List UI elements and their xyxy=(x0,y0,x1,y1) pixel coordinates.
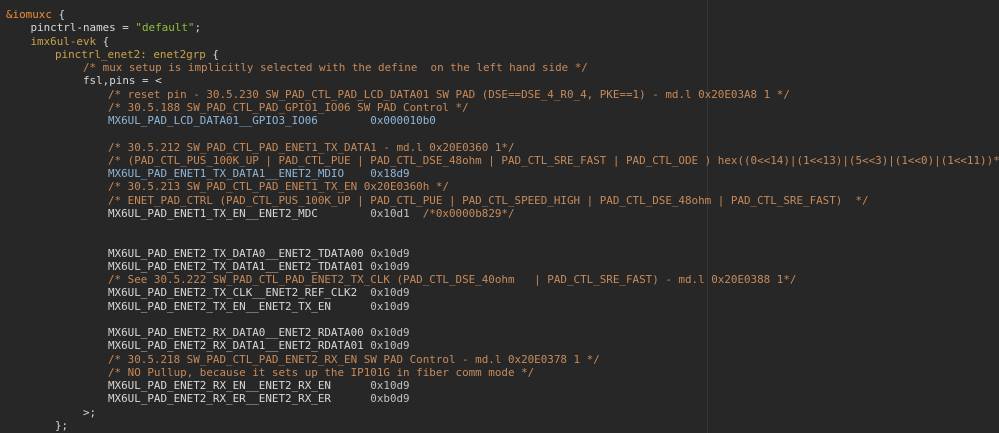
code-token: MX6UL_PAD_ENET2_RX_DATA0__ENET2_RDATA00 xyxy=(108,326,364,339)
code-line[interactable]: MX6UL_PAD_ENET2_RX_ER__ENET2_RX_ER 0xb0d… xyxy=(6,392,999,405)
code-token: 0x10d9 xyxy=(363,339,410,353)
code-token: MX6UL_PAD_ENET1_TX_EN__ENET2_MDC xyxy=(108,206,318,220)
code-line[interactable]: /* NO Pullup, because it sets up the IP1… xyxy=(6,366,999,379)
code-line[interactable]: pinctrl-names = "default"; xyxy=(6,21,999,34)
code-token: /* ENET_PAD_CTRL (PAD_CTL_PUS_100K_UP | … xyxy=(108,193,869,207)
code-token: 0x10d9 xyxy=(357,286,410,300)
code-token: MX6UL_PAD_ENET2_TX_DATA1__ENET2_TDATA01 xyxy=(108,259,364,273)
code-token: MX6UL_PAD_ENET1_TX_DATA1__ENET2_MDIO xyxy=(108,167,345,180)
code-line[interactable] xyxy=(6,127,999,140)
code-token: /* reset pin - 30.5.230 SW_PAD_CTL_PAD_L… xyxy=(108,87,790,101)
code-token: /* 30.5.188 SW_PAD_CTL_PAD_GPIO1_IO06 SW… xyxy=(108,100,469,114)
code-token: imx6ul-evk xyxy=(30,34,97,48)
code-token: 0x10d9 xyxy=(330,299,410,313)
code-token: /* See 30.5.222 SW_PAD_CTL_PAD_ENET2_TX_… xyxy=(108,273,797,286)
code-line[interactable] xyxy=(6,220,999,233)
code-token: pinctrl_enet2: enet2grp xyxy=(55,47,206,61)
code-line[interactable]: /* 30.5.213 SW_PAD_CTL_PAD_ENET1_TX_EN 0… xyxy=(6,180,999,193)
code-line[interactable] xyxy=(6,313,999,326)
code-line[interactable]: fsl,pins = < xyxy=(6,74,999,87)
code-token: MX6UL_PAD_ENET2_TX_EN__ENET2_TX_EN xyxy=(108,299,331,313)
code-token: 0xb0d9 xyxy=(330,392,410,406)
code-token: MX6UL_PAD_LCD_DATA01__GPIO3_IO06 xyxy=(108,114,318,127)
code-token: MX6UL_PAD_ENET2_RX_EN__ENET2_RX_EN xyxy=(108,379,331,392)
code-line[interactable]: MX6UL_PAD_LCD_DATA01__GPIO3_IO06 0x00001… xyxy=(6,114,999,127)
code-token: fsl,pins = < xyxy=(83,74,162,88)
code-line[interactable]: imx6ul-evk { xyxy=(6,35,999,48)
code-token: ; xyxy=(194,21,201,35)
code-token: /* (PAD_CTL_PUS_100K_UP | PAD_CTL_PUE | … xyxy=(108,153,999,167)
code-token: MX6UL_PAD_ENET2_RX_ER__ENET2_RX_ER xyxy=(108,392,331,406)
code-token: 0x10d1 xyxy=(317,206,423,220)
code-editor[interactable]: &iomuxc {pinctrl-names = "default"; imx6u… xyxy=(0,0,999,433)
code-token: MX6UL_PAD_ENET2_TX_CLK__ENET2_REF_CLK2 xyxy=(108,286,358,300)
code-token: /* 30.5.213 SW_PAD_CTL_PAD_ENET1_TX_EN 0… xyxy=(108,180,449,194)
code-token: "default" xyxy=(135,21,195,35)
code-token: /* 30.5.218 SW_PAD_CTL_PAD_ENET2_RX_EN S… xyxy=(108,352,600,366)
code-token: { xyxy=(96,34,110,48)
code-token: 0x10d9 xyxy=(330,379,410,392)
code-line[interactable]: MX6UL_PAD_ENET1_TX_DATA1__ENET2_MDIO 0x1… xyxy=(6,167,999,180)
code-token: pinctrl-names = xyxy=(30,21,136,35)
code-token: &iomuxc xyxy=(6,8,52,21)
code-line[interactable]: MX6UL_PAD_ENET2_TX_EN__ENET2_TX_EN 0x10d… xyxy=(6,300,999,313)
code-line[interactable]: MX6UL_PAD_ENET2_TX_DATA0__ENET2_TDATA00 … xyxy=(6,247,999,260)
code-line[interactable]: /* mux setup is implicitly selected with… xyxy=(6,61,999,74)
code-line[interactable]: /* 30.5.188 SW_PAD_CTL_PAD_GPIO1_IO06 SW… xyxy=(6,101,999,114)
code-line[interactable]: pinctrl_enet2: enet2grp { xyxy=(6,48,999,61)
code-text-area[interactable]: &iomuxc {pinctrl-names = "default"; imx6u… xyxy=(6,8,999,432)
code-line[interactable]: /* (PAD_CTL_PUS_100K_UP | PAD_CTL_PUE | … xyxy=(6,154,999,167)
code-token: 0x000010b0 xyxy=(317,114,436,127)
code-token: /*0x0000b829*/ xyxy=(422,206,515,220)
code-line[interactable]: /* 30.5.212 SW_PAD_CTL_PAD_ENET1_TX_DATA… xyxy=(6,141,999,154)
code-line[interactable]: >; xyxy=(6,406,999,419)
code-token: MX6UL_PAD_ENET2_TX_DATA0__ENET2_TDATA00 xyxy=(108,246,364,260)
code-token: }; xyxy=(55,418,69,432)
code-token: { xyxy=(51,8,66,21)
code-token: MX6UL_PAD_ENET2_RX_DATA1__ENET2_RDATA01 xyxy=(108,339,364,353)
code-token: 0x18d9 xyxy=(344,167,410,180)
code-line[interactable]: MX6UL_PAD_ENET2_RX_DATA0__ENET2_RDATA00 … xyxy=(6,326,999,339)
code-line[interactable]: }; xyxy=(6,419,999,432)
code-token: /* NO Pullup, because it sets up the IP1… xyxy=(108,365,535,379)
code-line[interactable]: &iomuxc { xyxy=(6,8,999,21)
code-line[interactable]: MX6UL_PAD_ENET2_RX_DATA1__ENET2_RDATA01 … xyxy=(6,339,999,352)
code-line[interactable]: MX6UL_PAD_ENET2_TX_DATA1__ENET2_TDATA01 … xyxy=(6,260,999,273)
code-token: 0x10d9 xyxy=(363,326,410,339)
code-token: { xyxy=(205,47,219,61)
code-token: 0x10d9 xyxy=(363,246,410,260)
code-token: >; xyxy=(83,405,97,419)
code-line[interactable]: MX6UL_PAD_ENET2_RX_EN__ENET2_RX_EN 0x10d… xyxy=(6,379,999,392)
code-token: /* mux setup is implicitly selected with… xyxy=(83,61,588,74)
code-line[interactable] xyxy=(6,233,999,246)
code-line[interactable]: /* ENET_PAD_CTRL (PAD_CTL_PUS_100K_UP | … xyxy=(6,194,999,207)
code-line[interactable]: MX6UL_PAD_ENET2_TX_CLK__ENET2_REF_CLK2 0… xyxy=(6,286,999,299)
code-line[interactable]: /* See 30.5.222 SW_PAD_CTL_PAD_ENET2_TX_… xyxy=(6,273,999,286)
code-line[interactable]: MX6UL_PAD_ENET1_TX_EN__ENET2_MDC 0x10d1 … xyxy=(6,207,999,220)
code-line[interactable]: /* 30.5.218 SW_PAD_CTL_PAD_ENET2_RX_EN S… xyxy=(6,353,999,366)
code-token: /* 30.5.212 SW_PAD_CTL_PAD_ENET1_TX_DATA… xyxy=(108,140,515,154)
code-token: 0x10d9 xyxy=(363,259,410,273)
code-line[interactable]: /* reset pin - 30.5.230 SW_PAD_CTL_PAD_L… xyxy=(6,88,999,101)
